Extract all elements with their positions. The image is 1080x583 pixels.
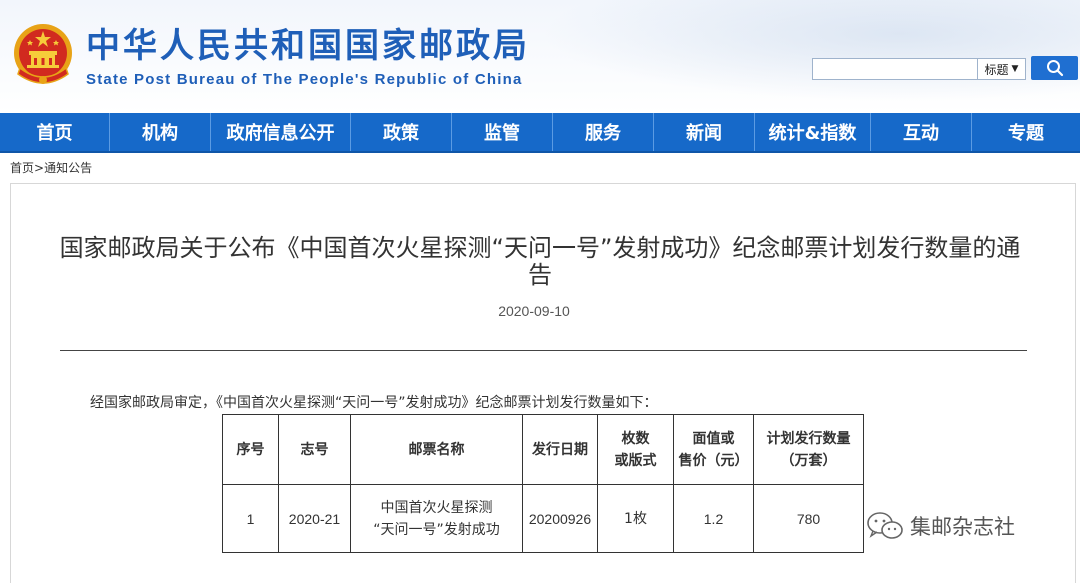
- cell-issue-date: 20200926: [522, 484, 598, 553]
- site-name-en: State Post Bureau of The People's Republ…: [86, 71, 523, 88]
- cell-serial: 1: [222, 484, 279, 553]
- search-icon: [1046, 60, 1063, 77]
- article-intro: 经国家邮政局审定，《中国首次火星探测“天问一号”发射成功》纪念邮票计划发行数量如…: [90, 395, 658, 411]
- search-scope-value: 标题: [984, 62, 1009, 77]
- watermark-text: 集邮杂志社: [910, 515, 1015, 539]
- dropdown-arrow-icon: ▼: [1011, 64, 1019, 74]
- wechat-icon: [867, 512, 903, 539]
- breadcrumb-separator: >: [34, 161, 45, 175]
- search-bar: 标题 ▼: [812, 56, 1078, 81]
- search-input[interactable]: [812, 58, 977, 80]
- nav-item-gov-info[interactable]: 政府信息公开: [211, 113, 351, 151]
- site-header: 中华人民共和国国家邮政局 State Post Bureau of The Pe…: [0, 0, 1080, 113]
- article-date-row: 2020-09-10: [0, 302, 1080, 320]
- table-header-row: 序号 志号 邮票名称 发行日期 枚数 或版式 面值或 售价（元） 计划发行数量 （万套…: [222, 414, 864, 485]
- table-row: 1 2020-21 中国首次火星探测 “天问一号”发射成功 20200926 1枚…: [222, 484, 864, 553]
- cell-quantity: 780: [753, 484, 864, 553]
- nav-item-policy[interactable]: 政策: [351, 113, 452, 151]
- breadcrumb-current-link[interactable]: 通知公告: [44, 161, 92, 175]
- breadcrumb-home-link[interactable]: 首页: [10, 161, 34, 175]
- header-count: 枚数 或版式: [597, 414, 674, 485]
- search-scope-select[interactable]: 标题 ▼: [977, 58, 1026, 80]
- header-issue-date: 发行日期: [522, 414, 598, 485]
- header-price: 面值或 售价（元）: [673, 414, 754, 485]
- main-nav: 首页 机构 政府信息公开 政策 监管 服务 新闻 统计&指数 互动 专题: [0, 113, 1080, 153]
- search-button[interactable]: [1031, 56, 1078, 80]
- nav-item-organization[interactable]: 机构: [110, 113, 211, 151]
- nav-item-news[interactable]: 新闻: [654, 113, 755, 151]
- nav-item-home[interactable]: 首页: [0, 113, 110, 151]
- cell-code: 2020-21: [278, 484, 351, 553]
- cell-count: 1枚: [597, 484, 674, 553]
- cell-price: 1.2: [673, 484, 754, 553]
- header-code: 志号: [278, 414, 351, 485]
- article-title: 国家邮政局关于公布《中国首次火星探测“天问一号”发射成功》纪念邮票计划发行数量的…: [59, 234, 1021, 289]
- site-name-cn: 中华人民共和国国家邮政局: [86, 26, 530, 66]
- article-date: 2020-09-10: [498, 303, 570, 319]
- header-stamp-name: 邮票名称: [350, 414, 523, 485]
- stamp-issue-table: 序号 志号 邮票名称 发行日期 枚数 或版式 面值或 售价（元） 计划发行数量 （万套…: [222, 414, 864, 553]
- header-serial: 序号: [222, 414, 279, 485]
- title-divider: [60, 350, 1027, 351]
- breadcrumb: 首页>通知公告: [10, 160, 92, 176]
- national-emblem-icon: [14, 24, 72, 84]
- watermark: 集邮杂志社: [866, 510, 1015, 542]
- nav-item-statistics[interactable]: 统计&指数: [755, 113, 871, 151]
- cell-stamp-name: 中国首次火星探测 “天问一号”发射成功: [350, 484, 523, 553]
- header-quantity: 计划发行数量 （万套）: [753, 414, 864, 485]
- nav-item-topics[interactable]: 专题: [972, 113, 1080, 151]
- nav-item-services[interactable]: 服务: [553, 113, 654, 151]
- nav-item-supervision[interactable]: 监管: [452, 113, 553, 151]
- nav-item-interaction[interactable]: 互动: [871, 113, 972, 151]
